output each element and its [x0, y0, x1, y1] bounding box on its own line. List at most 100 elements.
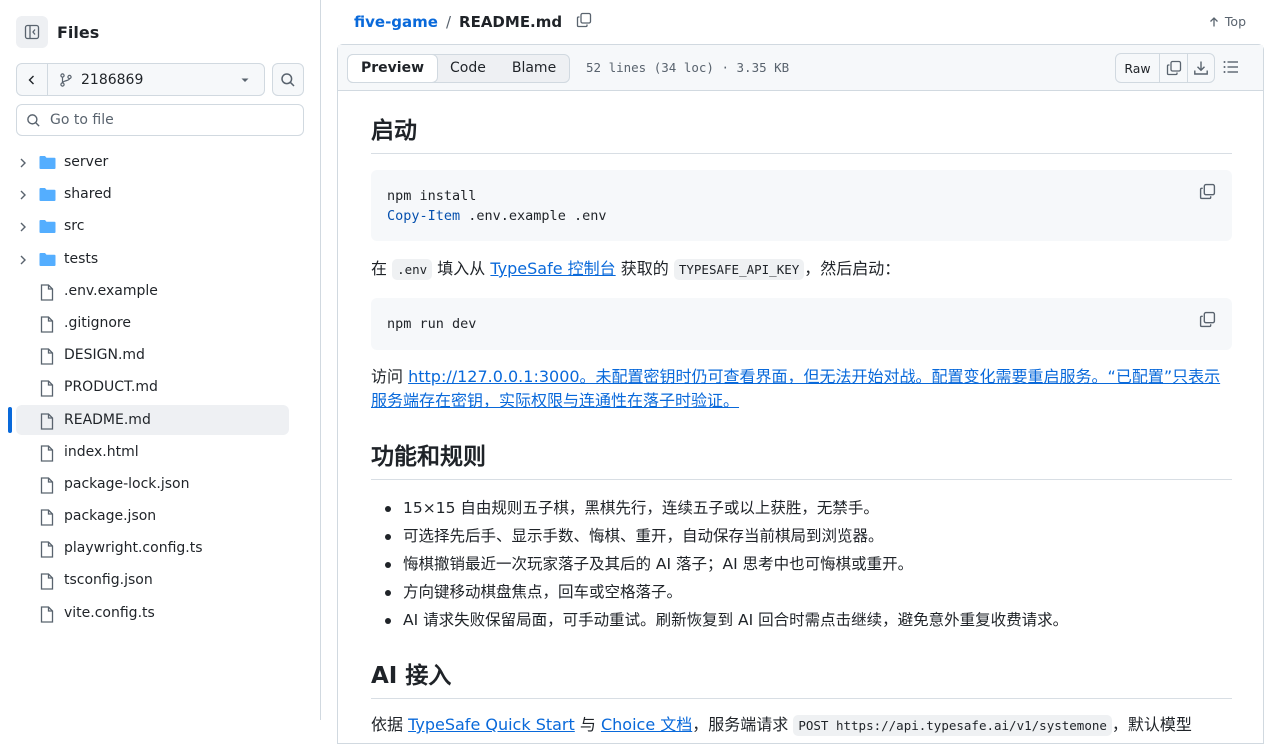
copy-icon — [1199, 311, 1216, 328]
branch-selector[interactable]: 2186869 — [48, 64, 264, 95]
collapse-sidebar-button[interactable] — [16, 16, 48, 48]
file-icon — [40, 573, 54, 591]
chevron-right-icon[interactable] — [18, 157, 28, 169]
chevron-left-icon — [28, 75, 34, 84]
file-header: Preview Code Blame 52 lines (34 loc) · 3… — [338, 45, 1263, 91]
tab-blame[interactable]: Blame — [499, 55, 569, 82]
back-button[interactable] — [17, 64, 48, 95]
tree-file-package-json[interactable]: package.json — [0, 501, 320, 533]
go-to-file-field[interactable] — [16, 104, 304, 136]
tree-item-label: tests — [64, 250, 99, 267]
copy-icon — [576, 12, 592, 28]
tree-file-product-md[interactable]: PRODUCT.md — [0, 372, 320, 404]
text: 在 — [371, 259, 393, 278]
top-link[interactable]: Top — [1208, 14, 1246, 29]
file-tree-sidebar: Files 2186869 Go to file server shared s… — [0, 0, 321, 720]
code-line: npm install — [387, 188, 477, 204]
list-outline-icon — [1223, 61, 1238, 73]
folder-icon — [39, 156, 56, 169]
copy-raw-button[interactable] — [1160, 54, 1187, 82]
tree-file-gitignore[interactable]: .gitignore — [0, 308, 320, 340]
active-item-background — [16, 404, 289, 435]
tab-preview[interactable]: Preview — [347, 54, 439, 83]
tab-code[interactable]: Code — [437, 55, 499, 82]
copy-code-button[interactable] — [1199, 183, 1216, 206]
inline-code: TYPESAFE_API_KEY — [673, 259, 805, 280]
active-indicator — [8, 406, 12, 433]
sidebar-collapse-icon — [24, 24, 40, 40]
copy-path-button[interactable] — [576, 12, 592, 32]
code-block-dev: npm run dev — [371, 298, 1232, 350]
search-icon — [27, 113, 40, 127]
markdown-body: 启动 npm install Copy-Item .env.example .e… — [371, 91, 1232, 738]
file-icon — [40, 380, 54, 397]
top-label: Top — [1224, 14, 1246, 29]
file-tree: server shared src tests .env.example .gi… — [0, 147, 320, 630]
tree-folder-shared[interactable]: shared — [0, 179, 320, 211]
typesafe-console-link[interactable]: TypeSafe 控制台 — [490, 259, 615, 278]
localhost-link[interactable]: http://127.0.0.1:3000。未配置密钥时仍可查看界面，但无法开始… — [371, 367, 1220, 410]
tree-item-label: package.json — [64, 508, 157, 525]
paragraph-visit: 访问 http://127.0.0.1:3000。未配置密钥时仍可查看界面，但无… — [371, 365, 1232, 413]
view-mode-tabs: Preview Code Blame — [347, 54, 571, 83]
quick-start-link[interactable]: TypeSafe Quick Start — [408, 715, 575, 734]
tree-item-label: README.md — [64, 411, 151, 428]
file-icon — [40, 509, 54, 526]
code-line: npm run dev — [387, 316, 477, 332]
tree-file-design-md[interactable]: DESIGN.md — [0, 340, 320, 372]
list-item: AI 请求失败保留局面，可手动重试。刷新恢复到 AI 回合时需点击继续，避免意外… — [371, 606, 1232, 634]
sidebar-header: Files — [16, 16, 99, 48]
inline-code: .env — [392, 259, 433, 280]
tree-item-label: playwright.config.ts — [64, 540, 203, 557]
tree-item-label: src — [64, 218, 85, 235]
tree-file-vite-config[interactable]: vite.config.ts — [0, 598, 320, 630]
chevron-right-icon[interactable] — [18, 254, 28, 266]
paragraph-ai: 依据 TypeSafe Quick Start 与 Choice 文档，服务端请… — [371, 713, 1232, 738]
tree-file-readme-md[interactable]: README.md — [0, 404, 320, 437]
go-to-file-input[interactable] — [50, 112, 290, 128]
tree-item-label: .gitignore — [64, 314, 131, 331]
tree-item-label: index.html — [64, 443, 139, 460]
breadcrumb-repo-link[interactable]: five-game — [354, 13, 438, 31]
outline-button[interactable] — [1222, 58, 1240, 80]
tree-file-tsconfig-json[interactable]: tsconfig.json — [0, 565, 320, 597]
main-content: five-game / README.md Top Preview Code B… — [337, 0, 1264, 744]
folder-icon — [39, 188, 56, 202]
download-button[interactable] — [1187, 54, 1214, 82]
file-viewer: Preview Code Blame 52 lines (34 loc) · 3… — [337, 44, 1264, 744]
tree-file-package-lock-json[interactable]: package-lock.json — [0, 469, 320, 501]
tree-folder-server[interactable]: server — [0, 147, 320, 179]
tree-file-index-html[interactable]: index.html — [0, 437, 320, 469]
chevron-right-icon[interactable] — [18, 189, 28, 201]
paragraph-env: 在 .env 填入从 TypeSafe 控制台 获取的 TYPESAFE_API… — [371, 257, 1232, 282]
tree-folder-tests[interactable]: tests — [0, 244, 320, 276]
breadcrumb: five-game / README.md — [354, 12, 592, 32]
copy-code-button[interactable] — [1199, 311, 1216, 334]
search-button[interactable] — [272, 63, 304, 96]
text: ，服务端请求 — [692, 715, 794, 734]
tree-folder-src[interactable]: src — [0, 211, 320, 243]
text: 与 — [574, 715, 601, 734]
file-icon — [40, 541, 54, 558]
copy-icon — [1199, 183, 1216, 200]
raw-button[interactable]: Raw — [1116, 54, 1160, 82]
caret-down-icon — [241, 78, 249, 82]
tree-item-label: shared — [64, 186, 112, 203]
tree-item-label: .env.example — [64, 282, 158, 299]
choice-docs-link[interactable]: Choice 文档 — [601, 715, 692, 734]
tree-item-label: tsconfig.json — [64, 572, 153, 589]
git-branch-icon — [60, 72, 72, 87]
inline-code: POST https://api.typesafe.ai/v1/systemon… — [793, 715, 1112, 736]
file-topbar: five-game / README.md Top — [337, 0, 1264, 44]
text: 填入从 — [432, 259, 491, 278]
download-icon — [1194, 61, 1208, 75]
tree-item-label: PRODUCT.md — [64, 379, 158, 396]
breadcrumb-separator: / — [445, 13, 452, 31]
file-icon — [40, 477, 54, 494]
tree-file-playwright-config[interactable]: playwright.config.ts — [0, 533, 320, 565]
chevron-right-icon[interactable] — [18, 221, 28, 233]
heading-rules: 功能和规则 — [371, 437, 1232, 480]
text: 获取的 — [615, 259, 674, 278]
list-item: 悔棋撤销最近一次玩家落子及其后的 AI 落子；AI 思考中也可悔棋或重开。 — [371, 550, 1232, 578]
tree-file-env-example[interactable]: .env.example — [0, 276, 320, 308]
